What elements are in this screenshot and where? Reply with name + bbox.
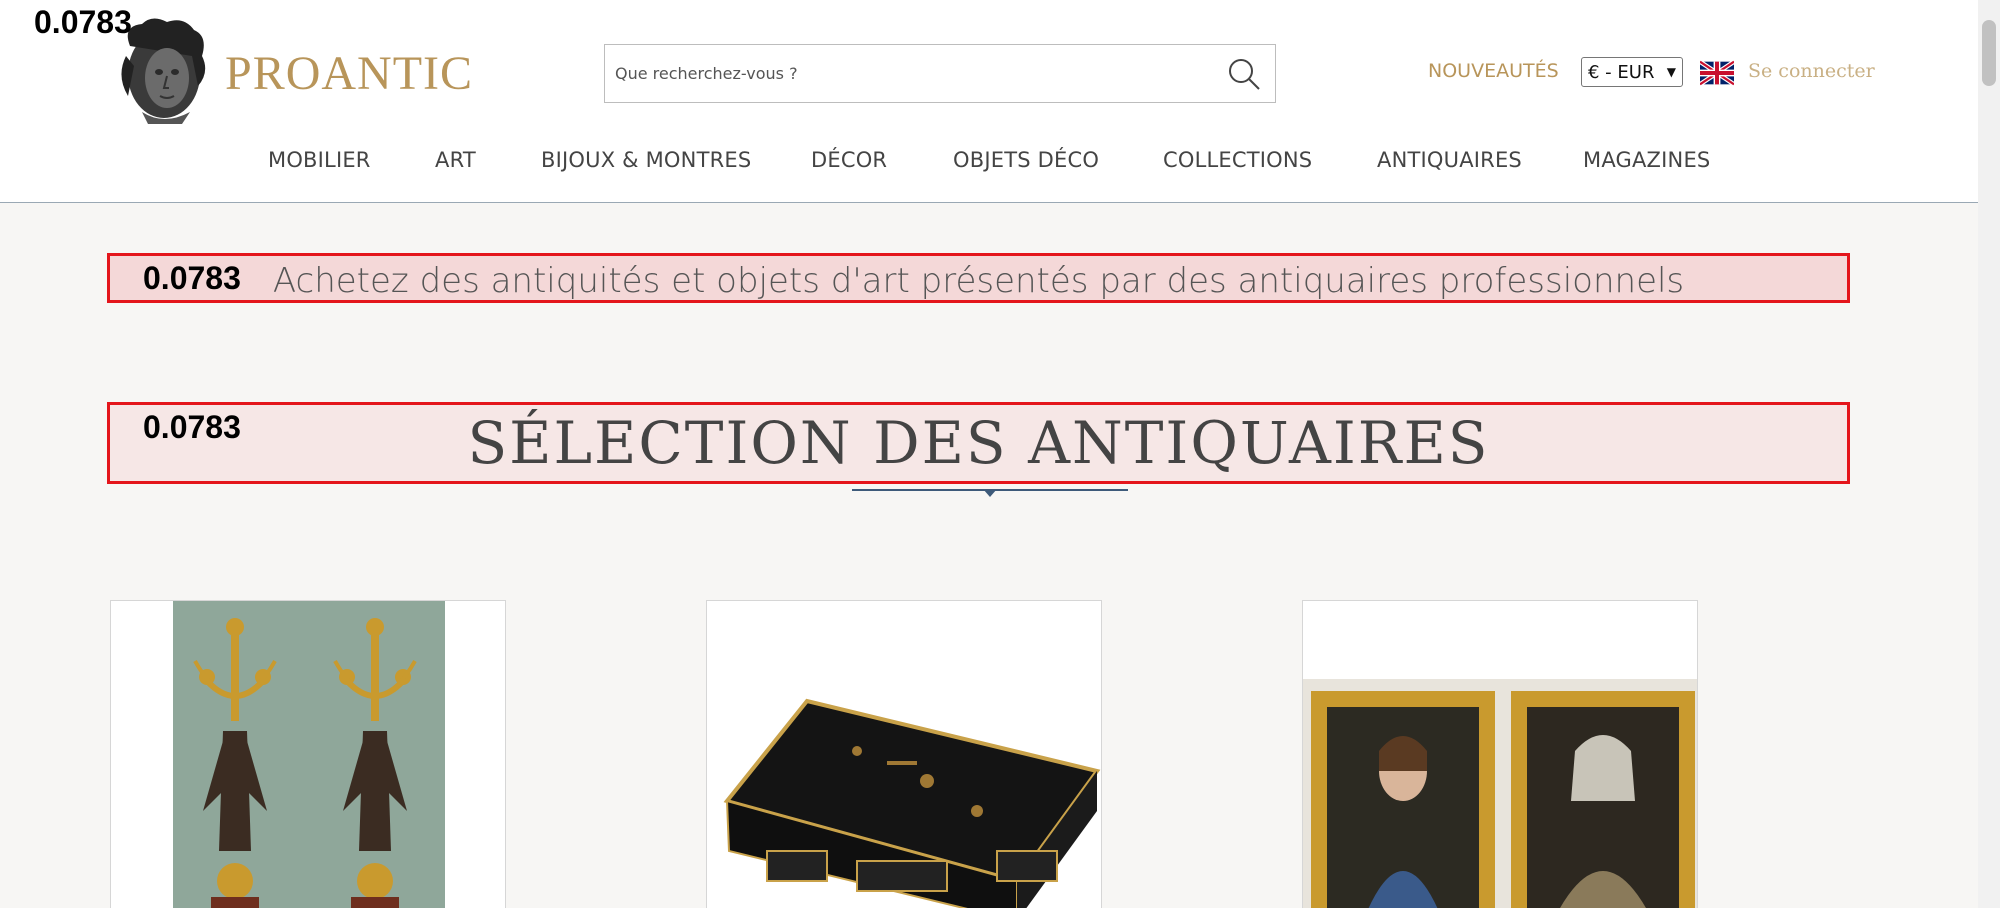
score-label-tagline: 0.0783 — [143, 260, 241, 296]
nouveautes-link[interactable]: NOUVEAUTÉS — [1428, 60, 1559, 82]
tagline-banner: Achetez des antiquités et objets d'art p… — [107, 253, 1850, 303]
score-label-section: 0.0783 — [143, 409, 241, 445]
product-card[interactable] — [1302, 600, 1698, 908]
uk-flag-icon[interactable] — [1700, 60, 1734, 86]
search-bar — [604, 44, 1276, 103]
chinoiserie-desk-image[interactable] — [707, 601, 1102, 908]
page-scrollbar[interactable] — [1978, 0, 2000, 908]
candelabra-pair-image[interactable] — [111, 601, 506, 908]
nav-item-bijoux-montres[interactable]: BIJOUX & MONTRES — [541, 148, 751, 172]
nav-item-antiquaires[interactable]: ANTIQUAIRES — [1377, 148, 1522, 172]
nav-item-collections[interactable]: COLLECTIONS — [1163, 148, 1312, 172]
nav-item-mobilier[interactable]: MOBILIER — [268, 148, 371, 172]
tagline-text: Achetez des antiquités et objets d'art p… — [272, 261, 1685, 301]
section-title: SÉLECTION DES ANTIQUAIRES — [467, 409, 1490, 477]
product-card[interactable] — [110, 600, 506, 908]
scrollbar-thumb[interactable] — [1982, 20, 1996, 86]
login-link[interactable]: Se connecter — [1748, 60, 1875, 82]
section-heading-banner: SÉLECTION DES ANTIQUAIRES 0.0783 — [107, 402, 1850, 484]
divider-arrow-icon — [983, 489, 997, 497]
brand-name[interactable]: PROANTIC — [225, 46, 473, 101]
chevron-down-icon: ▼ — [1666, 65, 1676, 79]
nav-item-objets-deco[interactable]: OBJETS DÉCO — [953, 148, 1099, 172]
nav-item-art[interactable]: ART — [435, 148, 476, 172]
site-header: PROANTIC NOUVEAUTÉS € - EUR ▼ Se connect… — [0, 0, 1978, 203]
search-input[interactable] — [615, 45, 1205, 102]
score-label-top: 0.0783 — [34, 4, 132, 40]
nav-item-decor[interactable]: DÉCOR — [811, 148, 887, 172]
main-nav: MOBILIER ART BIJOUX & MONTRES DÉCOR OBJE… — [0, 148, 1978, 178]
currency-select[interactable]: € - EUR ▼ — [1581, 57, 1683, 87]
portrait-pair-image[interactable] — [1303, 601, 1698, 908]
nav-item-magazines[interactable]: MAGAZINES — [1583, 148, 1710, 172]
currency-value: € - EUR — [1588, 61, 1655, 83]
product-card[interactable] — [706, 600, 1102, 908]
search-icon[interactable] — [1227, 57, 1261, 91]
